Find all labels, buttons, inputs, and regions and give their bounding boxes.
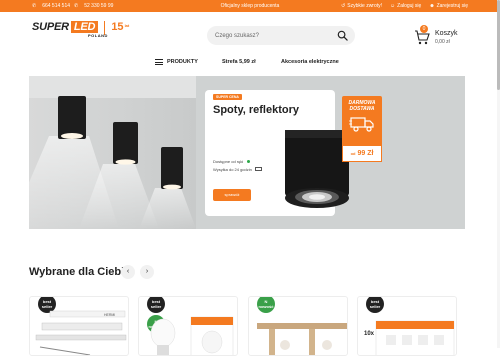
menu-icon[interactable] — [155, 59, 163, 65]
carousel-prev-button[interactable]: ‹ — [121, 265, 135, 279]
login-link[interactable]: ☺ Zaloguj się — [390, 3, 421, 9]
cart-label: Koszyk — [435, 30, 458, 37]
product-image — [150, 316, 234, 355]
return-icon: ↺ — [341, 3, 346, 9]
product-image — [257, 323, 347, 355]
search-icon[interactable] — [337, 30, 348, 41]
promo-tag: SUPER CENA — [213, 94, 242, 100]
login-label: Zaloguj się — [397, 3, 422, 9]
top-links: ↺ Szybkie zwroty! ☺ Zaloguj się ☻ Zarejestr… — [341, 3, 468, 9]
promo-title: Spoty, reflektory — [213, 104, 299, 116]
logo-country: POLAND — [88, 33, 108, 38]
ceiling-spotlights-image — [29, 76, 196, 229]
price-badge: od 99 Zł — [342, 145, 382, 162]
truck-icon — [255, 167, 262, 171]
top-bar: ✆ 664 514 514 ✆ 52 330 59 99 Oficjalny s… — [0, 0, 500, 12]
search-input[interactable]: Czego szukasz? — [207, 26, 355, 45]
spotlight-product-image — [285, 130, 349, 208]
hero-photo — [29, 76, 196, 229]
price-value: 99 Zł — [357, 150, 374, 157]
logo-led: LED — [70, 21, 99, 33]
quick-returns-label: Szybkie zwroty! — [347, 3, 383, 9]
product-card[interactable]: best seller N nowość — [138, 296, 238, 356]
delivery-truck-icon — [349, 117, 374, 132]
register-label: Zarejestruj się — [436, 3, 468, 9]
product-card[interactable]: best seller 10x — [357, 296, 457, 356]
price-prefix: od — [350, 151, 356, 156]
product-brand: HERMI — [104, 313, 116, 317]
shipping-text: Wysyłka do 24 godzin — [213, 167, 252, 172]
quick-returns-link[interactable]: ↺ Szybkie zwroty! — [341, 3, 382, 9]
main-nav: PRODUKTY Strefa 5,99 zł Akcesoria elektr… — [0, 57, 500, 69]
register-link[interactable]: ☻ Zarejestruj się — [429, 3, 468, 9]
nav-zone[interactable]: Strefa 5,99 zł — [222, 59, 256, 65]
product-card[interactable]: best seller HERMI — [29, 296, 129, 356]
carousel-next-button[interactable]: › — [140, 265, 154, 279]
pack-size-label: 10x — [364, 331, 375, 337]
check-button[interactable]: sprawdź — [213, 189, 251, 201]
user-plus-icon: ☻ — [429, 3, 435, 9]
logo[interactable]: SUPER LED POLAND 15 lat — [32, 21, 130, 38]
nav-accessories[interactable]: Akcesoria elektryczne — [281, 59, 339, 65]
product-image — [35, 310, 127, 355]
cart[interactable]: 0 Koszyk 0,00 zł — [414, 25, 474, 49]
availability-text: Dostępne od ręki — [213, 159, 244, 164]
product-card[interactable]: N nowość — [248, 296, 348, 356]
logo-years-suffix: lat — [124, 23, 130, 28]
search-placeholder: Czego szukasz? — [215, 32, 260, 39]
logo-years: 15 — [111, 21, 124, 33]
nav-products[interactable]: PRODUKTY — [167, 59, 198, 65]
cart-count-badge: 0 — [420, 25, 428, 33]
user-icon: ☺ — [390, 3, 396, 9]
availability-dot-icon — [247, 160, 250, 163]
logo-super: SUPER — [32, 21, 69, 33]
section-title: Wybrane dla Ciebie — [29, 266, 131, 278]
cart-total: 0,00 zł — [435, 39, 450, 45]
product-image — [375, 320, 455, 355]
delivery-line-2: DOSTAWA — [349, 106, 375, 112]
